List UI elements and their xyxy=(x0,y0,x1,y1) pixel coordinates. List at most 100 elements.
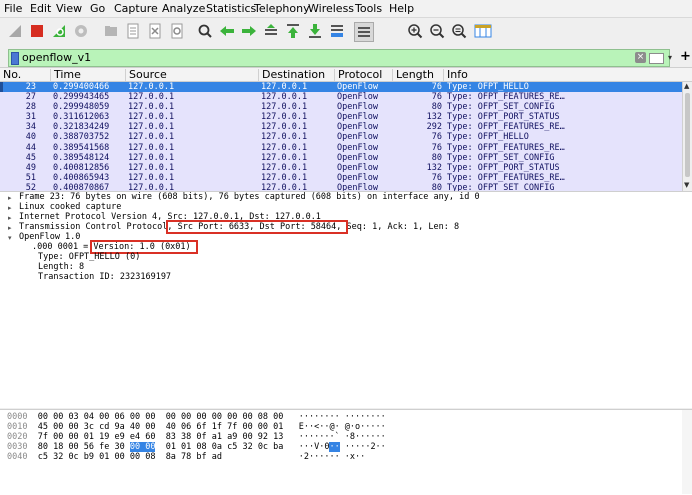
packet-row[interactable]: 51 0.400865943 127.0.0.1 127.0.0.1 OpenFlow 7… xyxy=(0,172,682,183)
detail-openflow[interactable]: OpenFlow 1.0 xyxy=(19,232,80,242)
clear-filter-icon[interactable]: × xyxy=(635,52,646,63)
menu-capture[interactable]: Capture xyxy=(114,2,158,15)
cell-no: 31 xyxy=(25,112,36,123)
colorize-icon[interactable] xyxy=(354,22,374,42)
menu-tools[interactable]: Tools xyxy=(355,2,382,15)
menu-go[interactable]: Go xyxy=(90,2,105,15)
cell-source: 127.0.0.1 xyxy=(128,152,175,163)
reload-icon[interactable] xyxy=(168,22,186,40)
save-file-icon[interactable] xyxy=(124,22,142,40)
detail-transaction-id[interactable]: Transaction ID: 2323169197 xyxy=(38,272,171,282)
options-icon[interactable] xyxy=(72,22,90,40)
menu-help[interactable]: Help xyxy=(389,2,414,15)
detail-frame[interactable]: Frame 23: 76 bytes on wire (608 bits), 7… xyxy=(19,192,480,202)
resize-columns-icon[interactable] xyxy=(474,22,492,40)
bytes-line[interactable]: 0020 7f 00 00 01 19 e9 e4 60 83 38 0f a1… xyxy=(7,432,386,442)
scroll-down-icon[interactable]: ▼ xyxy=(684,181,689,189)
filter-history-dropdown[interactable]: ▾ xyxy=(668,51,677,65)
column-header-source[interactable]: Source xyxy=(125,69,167,81)
display-filter-input[interactable]: openflow_v1 xyxy=(22,51,91,64)
packet-row[interactable]: 34 0.321834249 127.0.0.1 127.0.0.1 OpenFlow 2… xyxy=(0,122,682,133)
cell-protocol: OpenFlow xyxy=(337,112,378,123)
scrollbar-thumb[interactable] xyxy=(685,93,690,177)
packet-row[interactable]: 49 0.400812856 127.0.0.1 127.0.0.1 OpenFlow 1… xyxy=(0,162,682,173)
packet-row[interactable]: 28 0.299948059 127.0.0.1 127.0.0.1 OpenFlow 8… xyxy=(0,102,682,113)
bytes-line[interactable]: 0030 80 18 00 56 fe 30 00 00 01 01 08 0a… xyxy=(7,442,386,452)
bookmark-filter-icon[interactable] xyxy=(11,52,19,65)
menu-view[interactable]: View xyxy=(56,2,82,15)
menu-edit[interactable]: Edit xyxy=(30,2,51,15)
packet-row[interactable]: 45 0.389548124 127.0.0.1 127.0.0.1 OpenFlow 8… xyxy=(0,152,682,163)
packet-row[interactable]: 44 0.389541568 127.0.0.1 127.0.0.1 OpenFlow 7… xyxy=(0,142,682,153)
column-header-length[interactable]: Length xyxy=(392,69,434,81)
cell-destination: 127.0.0.1 xyxy=(261,82,308,92)
first-packet-icon[interactable] xyxy=(284,22,302,40)
detail-linux-cooked[interactable]: Linux cooked capture xyxy=(19,202,121,212)
normal-size-icon[interactable] xyxy=(450,22,468,40)
packet-list[interactable]: No. Time Source Destination Protocol Len… xyxy=(0,67,692,191)
menu-wireless[interactable]: Wireless xyxy=(308,2,354,15)
hex-bytes: 80 18 00 56 fe 30 xyxy=(37,442,130,452)
open-file-icon[interactable] xyxy=(102,22,120,40)
expand-triangle-icon[interactable]: ▸ xyxy=(8,194,12,202)
cell-protocol: OpenFlow xyxy=(337,132,378,143)
packet-row[interactable]: 40 0.388703752 127.0.0.1 127.0.0.1 OpenFlow 7… xyxy=(0,132,682,143)
scroll-up-icon[interactable]: ▲ xyxy=(684,82,689,90)
hex-bytes: 7f 00 00 01 19 e9 e4 60 xyxy=(37,432,156,442)
detail-length[interactable]: Length: 8 xyxy=(38,262,84,272)
stop-icon[interactable] xyxy=(28,22,46,40)
bytes-line[interactable]: 0040 c5 32 0c b9 01 00 00 08 8a 78 bf ad… xyxy=(7,452,365,462)
expand-triangle-icon[interactable]: ▸ xyxy=(8,224,12,232)
cell-destination: 127.0.0.1 xyxy=(261,162,308,173)
packet-row[interactable]: 27 0.299943465 127.0.0.1 127.0.0.1 OpenFlow 7… xyxy=(0,92,682,103)
restart-icon[interactable] xyxy=(50,22,68,40)
last-packet-icon[interactable] xyxy=(306,22,324,40)
cell-source: 127.0.0.1 xyxy=(128,122,175,133)
menu-file[interactable]: File xyxy=(4,2,22,15)
cell-info: Type: OFPT_HELLO xyxy=(447,132,529,143)
find-icon[interactable] xyxy=(196,22,214,40)
column-header-time[interactable]: Time xyxy=(50,69,81,81)
packet-rows: 23 0.299400466 127.0.0.1 127.0.0.1 OpenFlow 7… xyxy=(0,82,682,191)
cell-protocol: OpenFlow xyxy=(337,82,378,92)
apply-filter-icon[interactable] xyxy=(649,53,664,64)
go-back-icon[interactable] xyxy=(218,22,236,40)
collapse-triangle-icon[interactable]: ▾ xyxy=(8,234,12,242)
column-header-protocol[interactable]: Protocol xyxy=(334,69,382,81)
bytes-scrollbar[interactable] xyxy=(682,410,692,494)
add-filter-button[interactable]: + xyxy=(680,49,691,64)
display-filter-bar[interactable]: openflow_v1 × xyxy=(8,49,670,67)
packet-row[interactable]: 31 0.311612063 127.0.0.1 127.0.0.1 OpenFlow 1… xyxy=(0,112,682,123)
column-header-destination[interactable]: Destination xyxy=(258,69,325,81)
menu-analyze[interactable]: Analyze xyxy=(162,2,205,15)
cell-info: Type: OFPT_PORT_STATUS xyxy=(447,112,560,123)
expand-triangle-icon[interactable]: ▸ xyxy=(8,214,12,222)
detail-type[interactable]: Type: OFPT_HELLO (0) xyxy=(38,252,140,262)
cell-no: 40 xyxy=(25,132,36,143)
cell-time: 0.299400466 xyxy=(53,82,110,92)
cell-time: 0.400870867 xyxy=(53,182,110,191)
cell-destination: 127.0.0.1 xyxy=(261,122,308,133)
packet-row[interactable]: 23 0.299400466 127.0.0.1 127.0.0.1 OpenFlow 7… xyxy=(0,82,682,93)
menu-telephony[interactable]: Telephony xyxy=(254,2,310,15)
packet-row[interactable]: 52 0.400870867 127.0.0.1 127.0.0.1 OpenFlow 8… xyxy=(0,182,682,191)
go-to-packet-icon[interactable] xyxy=(262,22,280,40)
packet-bytes-pane[interactable]: 0000 00 00 03 04 00 06 00 00 00 00 00 00… xyxy=(0,409,692,495)
bytes-line[interactable]: 0000 00 00 03 04 00 06 00 00 00 00 00 00… xyxy=(7,412,386,422)
go-forward-icon[interactable] xyxy=(240,22,258,40)
menu-statistics[interactable]: Statistics xyxy=(206,2,256,15)
packet-details-pane[interactable]: ▸ Frame 23: 76 bytes on wire (608 bits),… xyxy=(0,191,692,408)
auto-scroll-icon[interactable] xyxy=(328,22,346,40)
close-file-icon[interactable] xyxy=(146,22,164,40)
bytes-line[interactable]: 0010 45 00 00 3c cd 9a 40 00 40 06 6f 1f… xyxy=(7,422,386,432)
zoom-in-icon[interactable] xyxy=(406,22,424,40)
packet-list-scrollbar[interactable]: ▲ ▼ xyxy=(682,82,692,191)
expand-triangle-icon[interactable]: ▸ xyxy=(8,204,12,212)
ascii-bytes: ·····2·· xyxy=(339,442,386,452)
zoom-out-icon[interactable] xyxy=(428,22,446,40)
shark-fin-icon[interactable] xyxy=(6,22,24,40)
column-header-info[interactable]: Info xyxy=(443,69,468,81)
column-header-no[interactable]: No. xyxy=(0,69,21,81)
byte-offset: 0000 xyxy=(7,412,28,422)
cell-length: 76 xyxy=(431,92,442,103)
